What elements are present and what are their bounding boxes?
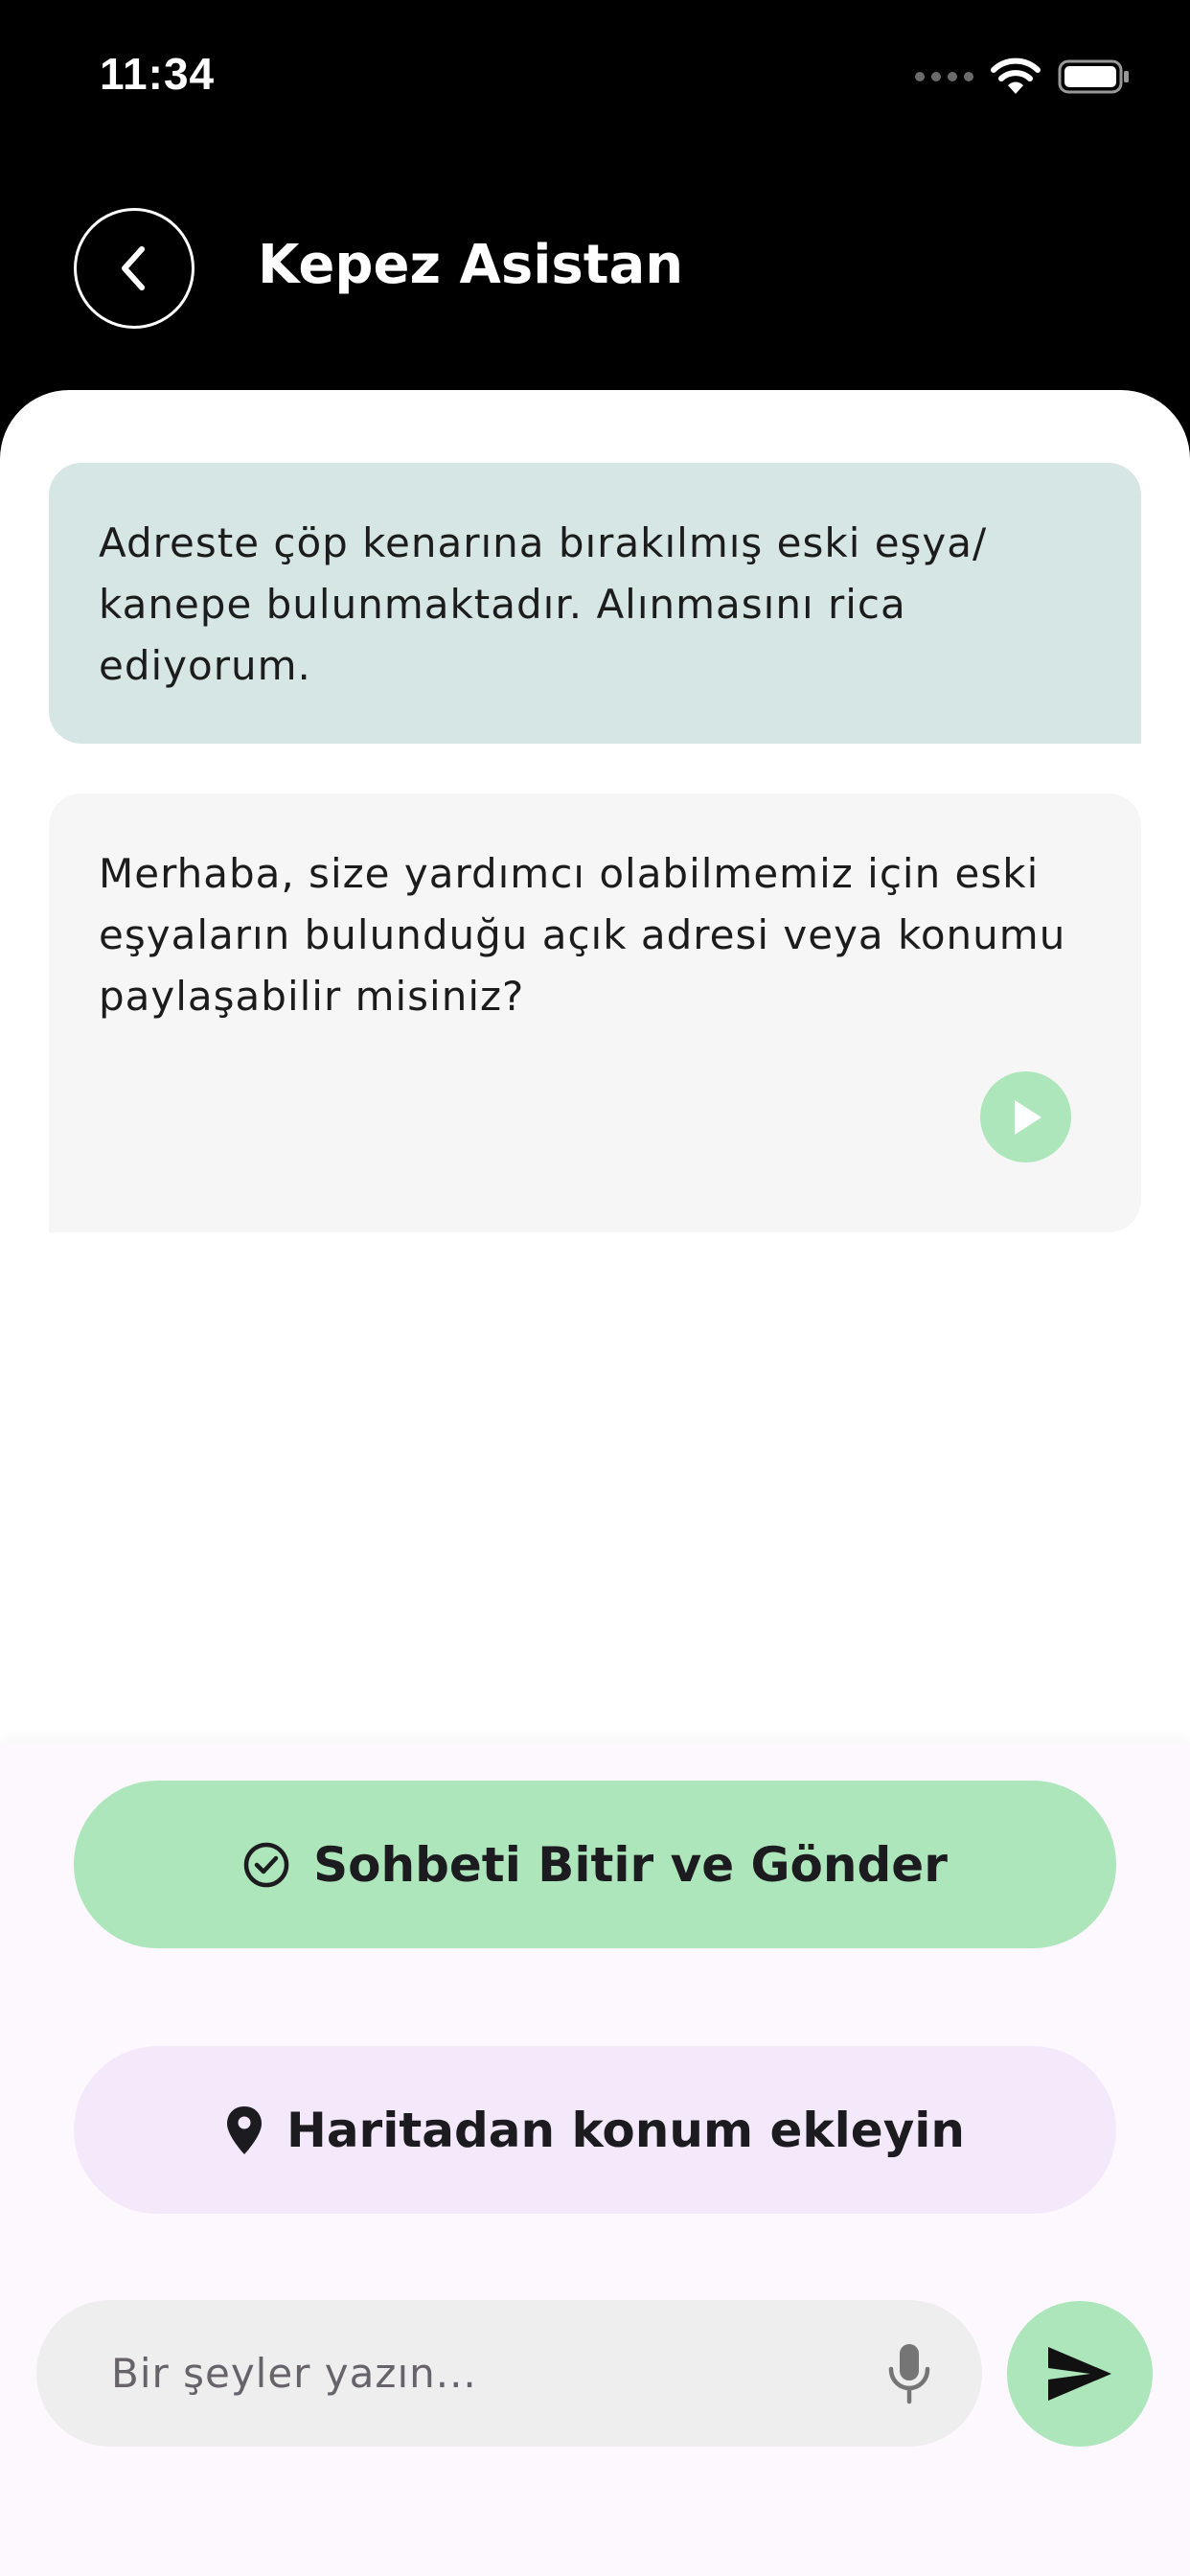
assistant-message: Merhaba, size yardımcı olabilmemiz için … — [49, 794, 1141, 1232]
send-button[interactable] — [1007, 2301, 1153, 2447]
add-location-button[interactable]: Haritadan konum ekleyin — [74, 2046, 1116, 2214]
play-icon — [1014, 1099, 1041, 1135]
send-icon — [1048, 2347, 1111, 2401]
status-icons — [915, 56, 1131, 98]
location-pin-icon — [226, 2105, 262, 2154]
finish-and-send-button[interactable]: Sohbeti Bitir ve Gönder — [74, 1781, 1116, 1948]
page-title: Kepez Asistan — [258, 234, 684, 296]
status-time: 11:34 — [100, 49, 216, 99]
battery-icon — [1058, 59, 1129, 94]
chevron-left-icon — [122, 246, 145, 290]
finish-button-label: Sohbeti Bitir ve Gönder — [313, 1836, 948, 1893]
assistant-message-text: Merhaba, size yardımcı olabilmemiz için … — [99, 850, 1066, 1020]
message-input[interactable] — [111, 2300, 858, 2447]
user-message: Adreste çöp kenarına bırakılmış eski eşy… — [49, 463, 1141, 744]
cellular-signal-icon — [915, 72, 973, 81]
back-button[interactable] — [74, 208, 195, 329]
bottom-panel: Sohbeti Bitir ve Gönder Haritadan konum … — [0, 1742, 1190, 2576]
chat-screen: 11:34 Kepez Asistan Adreste çöp kenarına… — [0, 0, 1190, 2576]
microphone-icon[interactable] — [882, 2340, 936, 2407]
wifi-icon — [991, 58, 1041, 94]
message-composer — [36, 2300, 982, 2447]
check-circle-icon — [243, 1842, 289, 1887]
play-audio-button[interactable] — [980, 1071, 1071, 1162]
location-button-label: Haritadan konum ekleyin — [286, 2102, 966, 2158]
